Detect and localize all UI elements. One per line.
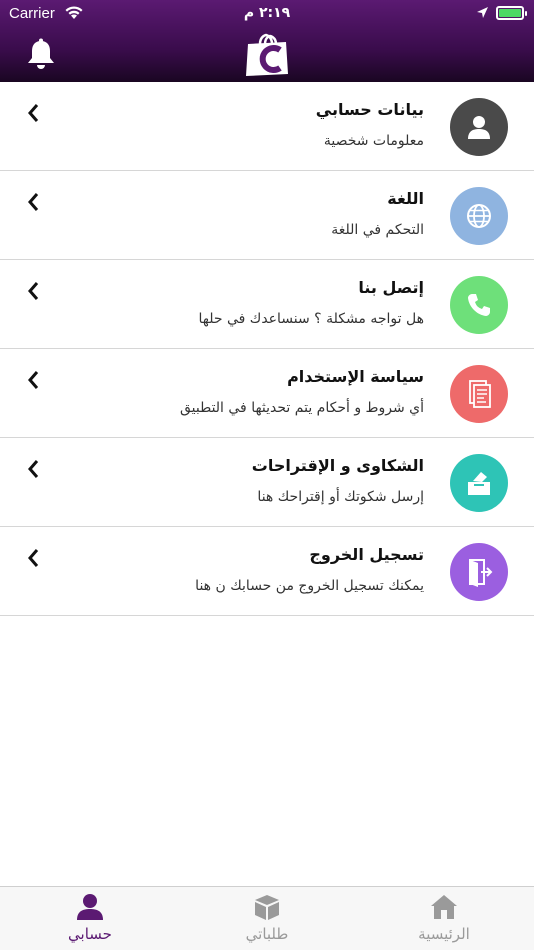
logout-door-icon: [469, 559, 493, 587]
chevron-left-icon: [28, 193, 39, 211]
menu-item-icon-circle: [450, 543, 508, 601]
menu-item-subtitle: التحكم في اللغة: [331, 222, 424, 238]
menu-item-contact-us[interactable]: إتصل بنا هل تواجه مشكلة ؟ سنساعدك في حله…: [0, 260, 534, 349]
bottom-tab-bar: حسابي طلباتي الرئيسية: [0, 886, 534, 950]
menu-item-language[interactable]: اللغة التحكم في اللغة: [0, 171, 534, 260]
menu-item-subtitle: هل تواجه مشكلة ؟ سنساعدك في حلها: [198, 311, 424, 327]
menu-item-icon-circle: [450, 454, 508, 512]
chevron-left-icon: [28, 104, 39, 122]
bell-icon[interactable]: [24, 38, 58, 70]
status-bar: Carrier ٢:١٩ م: [0, 0, 534, 28]
battery-icon: [496, 6, 527, 20]
home-icon: [431, 895, 457, 919]
menu-item-icon-circle: [450, 187, 508, 245]
menu-item-subtitle: معلومات شخصية: [323, 133, 424, 149]
menu-item-title: الشكاوى و الإقتراحات: [251, 456, 424, 475]
tab-label: الرئيسية: [418, 925, 470, 943]
menu-item-icon-circle: [450, 365, 508, 423]
menu-item-icon-circle: [450, 276, 508, 334]
shopping-bag-logo-icon: [246, 33, 288, 76]
menu-item-title: اللغة: [387, 189, 424, 208]
tab-orders[interactable]: طلباتي: [197, 887, 337, 950]
menu-item-subtitle: يمكنك تسجيل الخروج من حسابك ن هنا: [195, 578, 424, 594]
menu-item-complaints[interactable]: الشكاوى و الإقتراحات إرسل شكوتك أو إقترا…: [0, 438, 534, 527]
menu-item-logout[interactable]: تسجيل الخروج يمكنك تسجيل الخروج من حسابك…: [0, 527, 534, 616]
tab-home[interactable]: الرئيسية: [374, 887, 514, 950]
phone-icon: [468, 294, 490, 316]
menu-item-account-info[interactable]: بيانات حسابي معلومات شخصية: [0, 82, 534, 171]
location-arrow-icon: [477, 7, 488, 18]
chevron-left-icon: [28, 460, 39, 478]
user-icon: [77, 894, 103, 920]
tab-account[interactable]: حسابي: [20, 887, 160, 950]
chevron-left-icon: [28, 371, 39, 389]
app-header: Carrier ٢:١٩ م: [0, 0, 534, 82]
user-icon: [468, 116, 490, 139]
package-box-icon: [255, 895, 279, 920]
menu-item-subtitle: أي شروط و أحكام يتم تحديثها في التطبيق: [179, 400, 424, 416]
menu-item-subtitle: إرسل شكوتك أو إقتراحك هنا: [257, 489, 424, 505]
menu-item-title: سياسة الإستخدام: [287, 367, 424, 386]
menu-item-usage-policy[interactable]: سياسة الإستخدام أي شروط و أحكام يتم تحدي…: [0, 349, 534, 438]
tab-label: حسابي: [68, 925, 112, 943]
globe-icon: [467, 204, 491, 228]
tab-label: طلباتي: [245, 925, 289, 943]
menu-item-title: بيانات حسابي: [315, 100, 424, 119]
menu-item-title: تسجيل الخروج: [309, 545, 424, 564]
account-menu-list: بيانات حسابي معلومات شخصية اللغة التحكم …: [0, 82, 534, 616]
menu-item-title: إتصل بنا: [358, 278, 424, 297]
menu-item-icon-circle: [450, 98, 508, 156]
chevron-left-icon: [28, 282, 39, 300]
status-time: ٢:١٩ م: [243, 5, 291, 21]
ballot-box-icon: [468, 472, 490, 495]
chevron-left-icon: [28, 549, 39, 567]
document-icon: [469, 380, 491, 408]
